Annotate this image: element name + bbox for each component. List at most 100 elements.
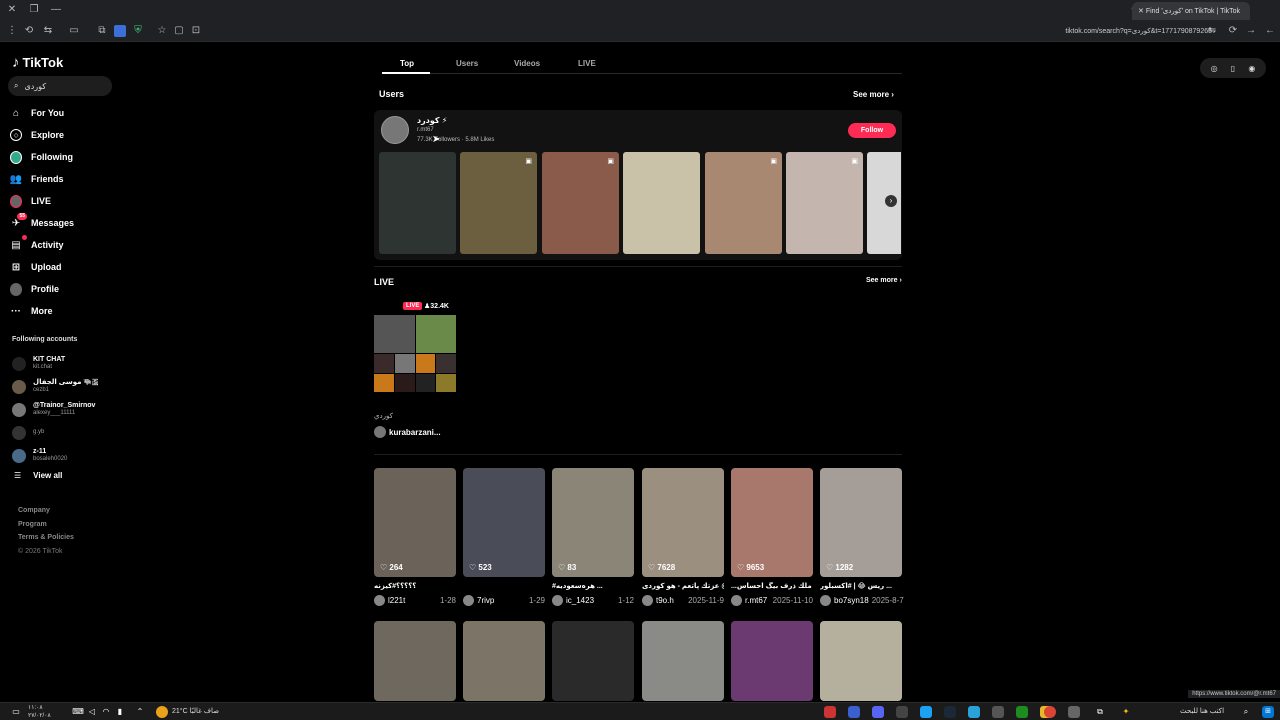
chevron-right-icon[interactable]: › (885, 195, 897, 207)
restore-window-icon[interactable]: ❐ (28, 4, 40, 16)
steam-icon[interactable] (944, 706, 956, 718)
shield-icon[interactable]: ⛨ (132, 25, 144, 37)
video-caption[interactable]: ريس 😂 | #اكسبلور ... (820, 582, 902, 591)
sidebar-icon[interactable]: ▭ (68, 25, 80, 37)
video-card[interactable]: ♡ 523 7rivp 1-29 (463, 468, 545, 606)
copilot-icon[interactable]: ✦ (1120, 706, 1132, 718)
video-card[interactable]: ♡ 9653 ...ملك ذرف بيگ احساس r.mt67 2025-11-… (731, 468, 813, 606)
video-thumbnail[interactable]: ♡ 7628 (642, 468, 724, 577)
video-card[interactable]: ♡ 1282 ريس 😂 | #اكسبلور ... bo7syn18 2025-8… (820, 468, 904, 606)
clock[interactable]: ١١:٠٨ ٢٧/٠٢/٠٨ (28, 704, 51, 720)
video-caption[interactable] (463, 582, 545, 591)
xbox-icon[interactable] (1016, 706, 1028, 718)
video-meta[interactable]: r.mt67 2025-11-10 (731, 595, 813, 606)
footer-link-program[interactable]: Program (18, 518, 74, 532)
video-meta[interactable]: l221t 1-28 (374, 595, 456, 606)
video-card[interactable]: ♡ 264 ؟؟؟؟؟#کیزنه l221t 1-28 (374, 468, 456, 606)
browser-tab-tiktok[interactable]: ✕ Find 'کوردی' on TikTok | TikTok (1132, 2, 1250, 20)
user-video-thumb[interactable]: ▣ (542, 152, 619, 254)
network-icon[interactable]: ▭ (10, 706, 22, 718)
live-user[interactable]: kurabarzani... (374, 426, 441, 438)
video-card[interactable]: ♡ 83 #هرەسعودیە ... ic_1423 1-12 (552, 468, 634, 606)
weather-icon[interactable] (156, 706, 168, 718)
video-meta[interactable]: t9o.h 2025-11-9 (642, 595, 724, 606)
app-icon[interactable] (824, 706, 836, 718)
nav-item-explore[interactable]: ◇ Explore (10, 124, 115, 146)
following-account[interactable]: موسی الجفال 🐃🇸 cezb1 (12, 375, 112, 398)
chrome-icon[interactable] (1044, 706, 1056, 718)
tab-videos[interactable]: Videos (514, 59, 540, 68)
bookmark-star-icon[interactable]: ☆ (156, 25, 168, 37)
wifi-icon[interactable]: ◠ (100, 706, 112, 718)
close-tab-icon[interactable]: ✕ (1138, 8, 1146, 15)
video-thumbnail[interactable]: ♡ 1282 (820, 468, 902, 577)
nav-item-upload[interactable]: ⊞ Upload (10, 256, 115, 278)
video-caption[interactable]: #هرەسعودیە ... (552, 582, 634, 591)
extension-icon[interactable]: ⇆ (42, 25, 54, 37)
video-card[interactable] (374, 621, 456, 701)
close-window-icon[interactable]: ✕ (6, 4, 18, 16)
keyboard-icon[interactable]: ⌨ (72, 706, 84, 718)
discord-icon[interactable] (872, 706, 884, 718)
tune-icon[interactable]: ⇋ (1206, 25, 1218, 37)
translate-icon[interactable] (114, 25, 126, 37)
user-avatar-icon[interactable]: ◉ (1248, 64, 1255, 73)
video-caption[interactable]: ...ملك ذرف بيگ احساس (731, 582, 813, 591)
app-icon[interactable] (896, 706, 908, 718)
telegram-icon[interactable] (968, 706, 980, 718)
share-icon[interactable]: ⧉ (96, 25, 108, 37)
live-see-more[interactable]: See more › (866, 277, 902, 284)
reload-icon[interactable]: ⟳ (1227, 25, 1239, 37)
chevron-up-icon[interactable]: ⌃ (134, 706, 146, 718)
video-meta[interactable]: 7rivp 1-29 (463, 595, 545, 606)
user-video-thumb[interactable]: ▣ (705, 152, 782, 254)
nav-item-more[interactable]: ··· More (10, 300, 115, 322)
nav-item-profile[interactable]: Profile (10, 278, 115, 300)
footer-link-terms[interactable]: Terms & Policies (18, 531, 74, 545)
video-card[interactable] (463, 621, 545, 701)
tab-top[interactable]: Top (400, 59, 414, 68)
video-meta[interactable]: bo7syn18 2025-8-7 (820, 595, 904, 606)
nav-item-for-you[interactable]: ⌂ For You (10, 102, 115, 124)
read-later-icon[interactable]: ▢ (173, 25, 185, 37)
app-icon[interactable] (1068, 706, 1080, 718)
video-thumbnail[interactable] (552, 621, 634, 701)
app-icon[interactable] (992, 706, 1004, 718)
view-all-link[interactable]: ☰ View all (14, 471, 62, 480)
video-thumbnail[interactable]: ♡ 264 (374, 468, 456, 577)
video-thumbnail[interactable] (820, 621, 902, 701)
windows-start-icon[interactable]: ⊞ (1262, 706, 1274, 718)
video-card[interactable] (731, 621, 813, 701)
tab-live[interactable]: LIVE (578, 59, 596, 68)
live-stream-card[interactable]: LIVE ♟32.4K (374, 302, 456, 392)
video-card[interactable] (552, 621, 634, 701)
device-icon[interactable]: ▯ (1231, 64, 1235, 73)
video-thumbnail[interactable]: ♡ 9653 (731, 468, 813, 577)
video-thumbnail[interactable] (463, 621, 545, 701)
user-name[interactable]: كودرد ⚡ (417, 116, 447, 125)
users-see-more[interactable]: See more › (853, 90, 894, 99)
following-account[interactable]: KIT CHAT kit.chat (12, 352, 112, 375)
app-icon[interactable] (920, 706, 932, 718)
back-icon[interactable]: ← (1264, 25, 1276, 37)
taskbar-search[interactable]: اكتب هنا للبحث (1180, 707, 1224, 715)
user-video-thumb[interactable] (379, 152, 456, 254)
tab-users[interactable]: Users (456, 59, 478, 68)
nav-item-friends[interactable]: 👥 Friends (10, 168, 115, 190)
nav-item-messages[interactable]: ✈ 55 Messages (10, 212, 115, 234)
minimize-window-icon[interactable]: — (50, 4, 62, 16)
user-video-thumb[interactable]: ▣ (460, 152, 537, 254)
following-account[interactable]: z-11 bosaleh0020 (12, 444, 112, 467)
video-thumbnail[interactable]: ♡ 83 (552, 468, 634, 577)
video-thumbnail[interactable] (374, 621, 456, 701)
video-thumbnail[interactable]: ♡ 523 (463, 468, 545, 577)
video-card[interactable] (642, 621, 724, 701)
user-video-thumb[interactable] (623, 152, 700, 254)
tiktok-logo[interactable]: ♪ TikTok (12, 54, 63, 71)
search-input[interactable]: ⌕ کوردی (8, 76, 112, 96)
footer-link-company[interactable]: Company (18, 504, 74, 518)
volume-icon[interactable]: ◁ (86, 706, 98, 718)
nav-item-live[interactable]: LIVE (10, 190, 115, 212)
user-video-thumb[interactable]: ▣ (786, 152, 863, 254)
follow-button[interactable]: Follow (848, 123, 896, 138)
